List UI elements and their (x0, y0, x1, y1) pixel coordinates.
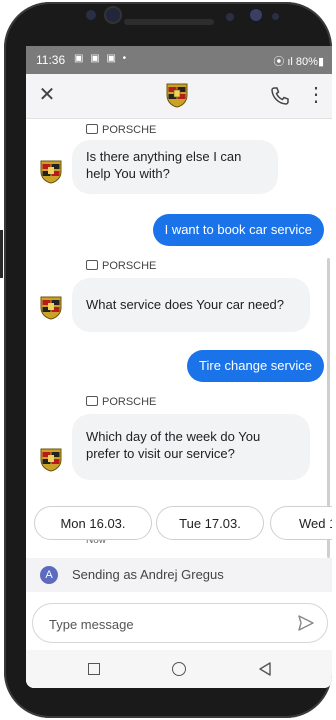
sending-as-label: Sending as Andrej Gregus (72, 567, 224, 582)
chip-tue[interactable]: Tue 17.03. (156, 506, 264, 540)
chip-wed[interactable]: Wed 18.03. (270, 506, 332, 540)
sensor-icon (272, 13, 279, 20)
camera-icon (86, 10, 96, 20)
speaker (124, 19, 214, 25)
back-icon[interactable] (258, 662, 272, 676)
send-icon[interactable] (297, 614, 315, 632)
compose-box (32, 603, 328, 643)
bot-icon (86, 124, 98, 134)
message-bubble-incoming: Which day of the week do You prefer to v… (72, 414, 310, 480)
sending-as-bar: A Sending as Andrej Gregus (26, 558, 332, 592)
porsche-avatar-icon (40, 160, 62, 184)
sender-label: PORSCHE (86, 260, 156, 272)
phone-frame: 11:36 ▣ ▣ ▣ • ⦿ ıl 80%▮ ✕ ⋮ PORSCHE Is t… (4, 2, 332, 718)
porsche-crest-icon (166, 83, 188, 108)
sender-label: PORSCHE (86, 124, 156, 136)
screen: 11:36 ▣ ▣ ▣ • ⦿ ıl 80%▮ ✕ ⋮ PORSCHE Is t… (26, 46, 332, 688)
porsche-avatar-icon (40, 296, 62, 320)
message-bubble-outgoing: Tire change service (187, 350, 324, 382)
bot-icon (86, 260, 98, 270)
avatar: A (40, 566, 58, 584)
more-options-icon[interactable]: ⋮ (306, 84, 326, 106)
sensor-icon (250, 9, 262, 21)
chat-area: PORSCHE Is there anything else I can hel… (26, 118, 332, 558)
suggestion-chips: Mon 16.03. Tue 17.03. Wed 18.03. (34, 506, 332, 542)
chat-header: ✕ ⋮ (26, 74, 332, 119)
porsche-avatar-icon (40, 448, 62, 472)
message-bubble-outgoing: I want to book car service (152, 214, 324, 246)
android-nav-bar (26, 650, 332, 688)
notification-icons: ▣ ▣ ▣ • (74, 53, 129, 64)
message-input[interactable] (47, 613, 281, 635)
status-time: 11:36 (36, 53, 66, 67)
phone-icon[interactable] (270, 86, 290, 106)
home-icon[interactable] (172, 662, 186, 676)
close-icon[interactable]: ✕ (36, 84, 58, 106)
camera-lens-icon (106, 8, 120, 22)
side-button (0, 230, 3, 278)
status-bar: 11:36 ▣ ▣ ▣ • ⦿ ıl 80%▮ (26, 46, 332, 74)
sensor-icon (226, 13, 234, 21)
chip-mon[interactable]: Mon 16.03. (34, 506, 152, 540)
bot-icon (86, 396, 98, 406)
recents-icon[interactable] (88, 663, 100, 675)
message-bubble-incoming: What service does Your car need? (72, 278, 310, 332)
sender-label: PORSCHE (86, 396, 156, 408)
message-bubble-incoming: Is there anything else I can help You wi… (72, 140, 278, 194)
battery-signal: ⦿ ıl 80%▮ (273, 56, 324, 68)
